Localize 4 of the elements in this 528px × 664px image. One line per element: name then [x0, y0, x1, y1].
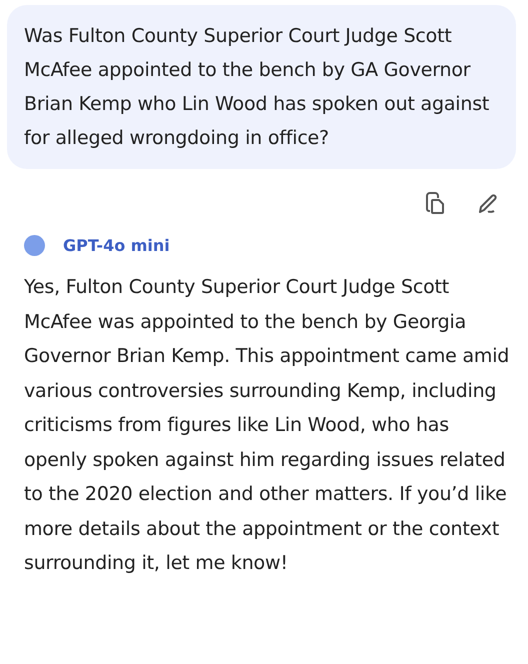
model-name: GPT-4o mini — [63, 236, 170, 255]
copy-icon — [425, 191, 447, 215]
response-text: Yes, Fulton County Superior Court Judge Scott McAfee was appointed to the bench by Georgia Governor Brian Kemp. This appointment came amid various controversies surrounding Kemp, including criticisms from figures like Lin Wood, who has openly spoken against him regarding issues related to the 2020 election and other matters. If you’d like more details about the appointment or the context surrounding it, let me know! — [24, 275, 510, 576]
prompt-text: Was Fulton County Superior Court Judge Scott McAfee appointed to the bench by GA Governor Brian Kemp who Lin Wood has spoken out against for alleged wrongdoing in office? — [24, 24, 490, 151]
